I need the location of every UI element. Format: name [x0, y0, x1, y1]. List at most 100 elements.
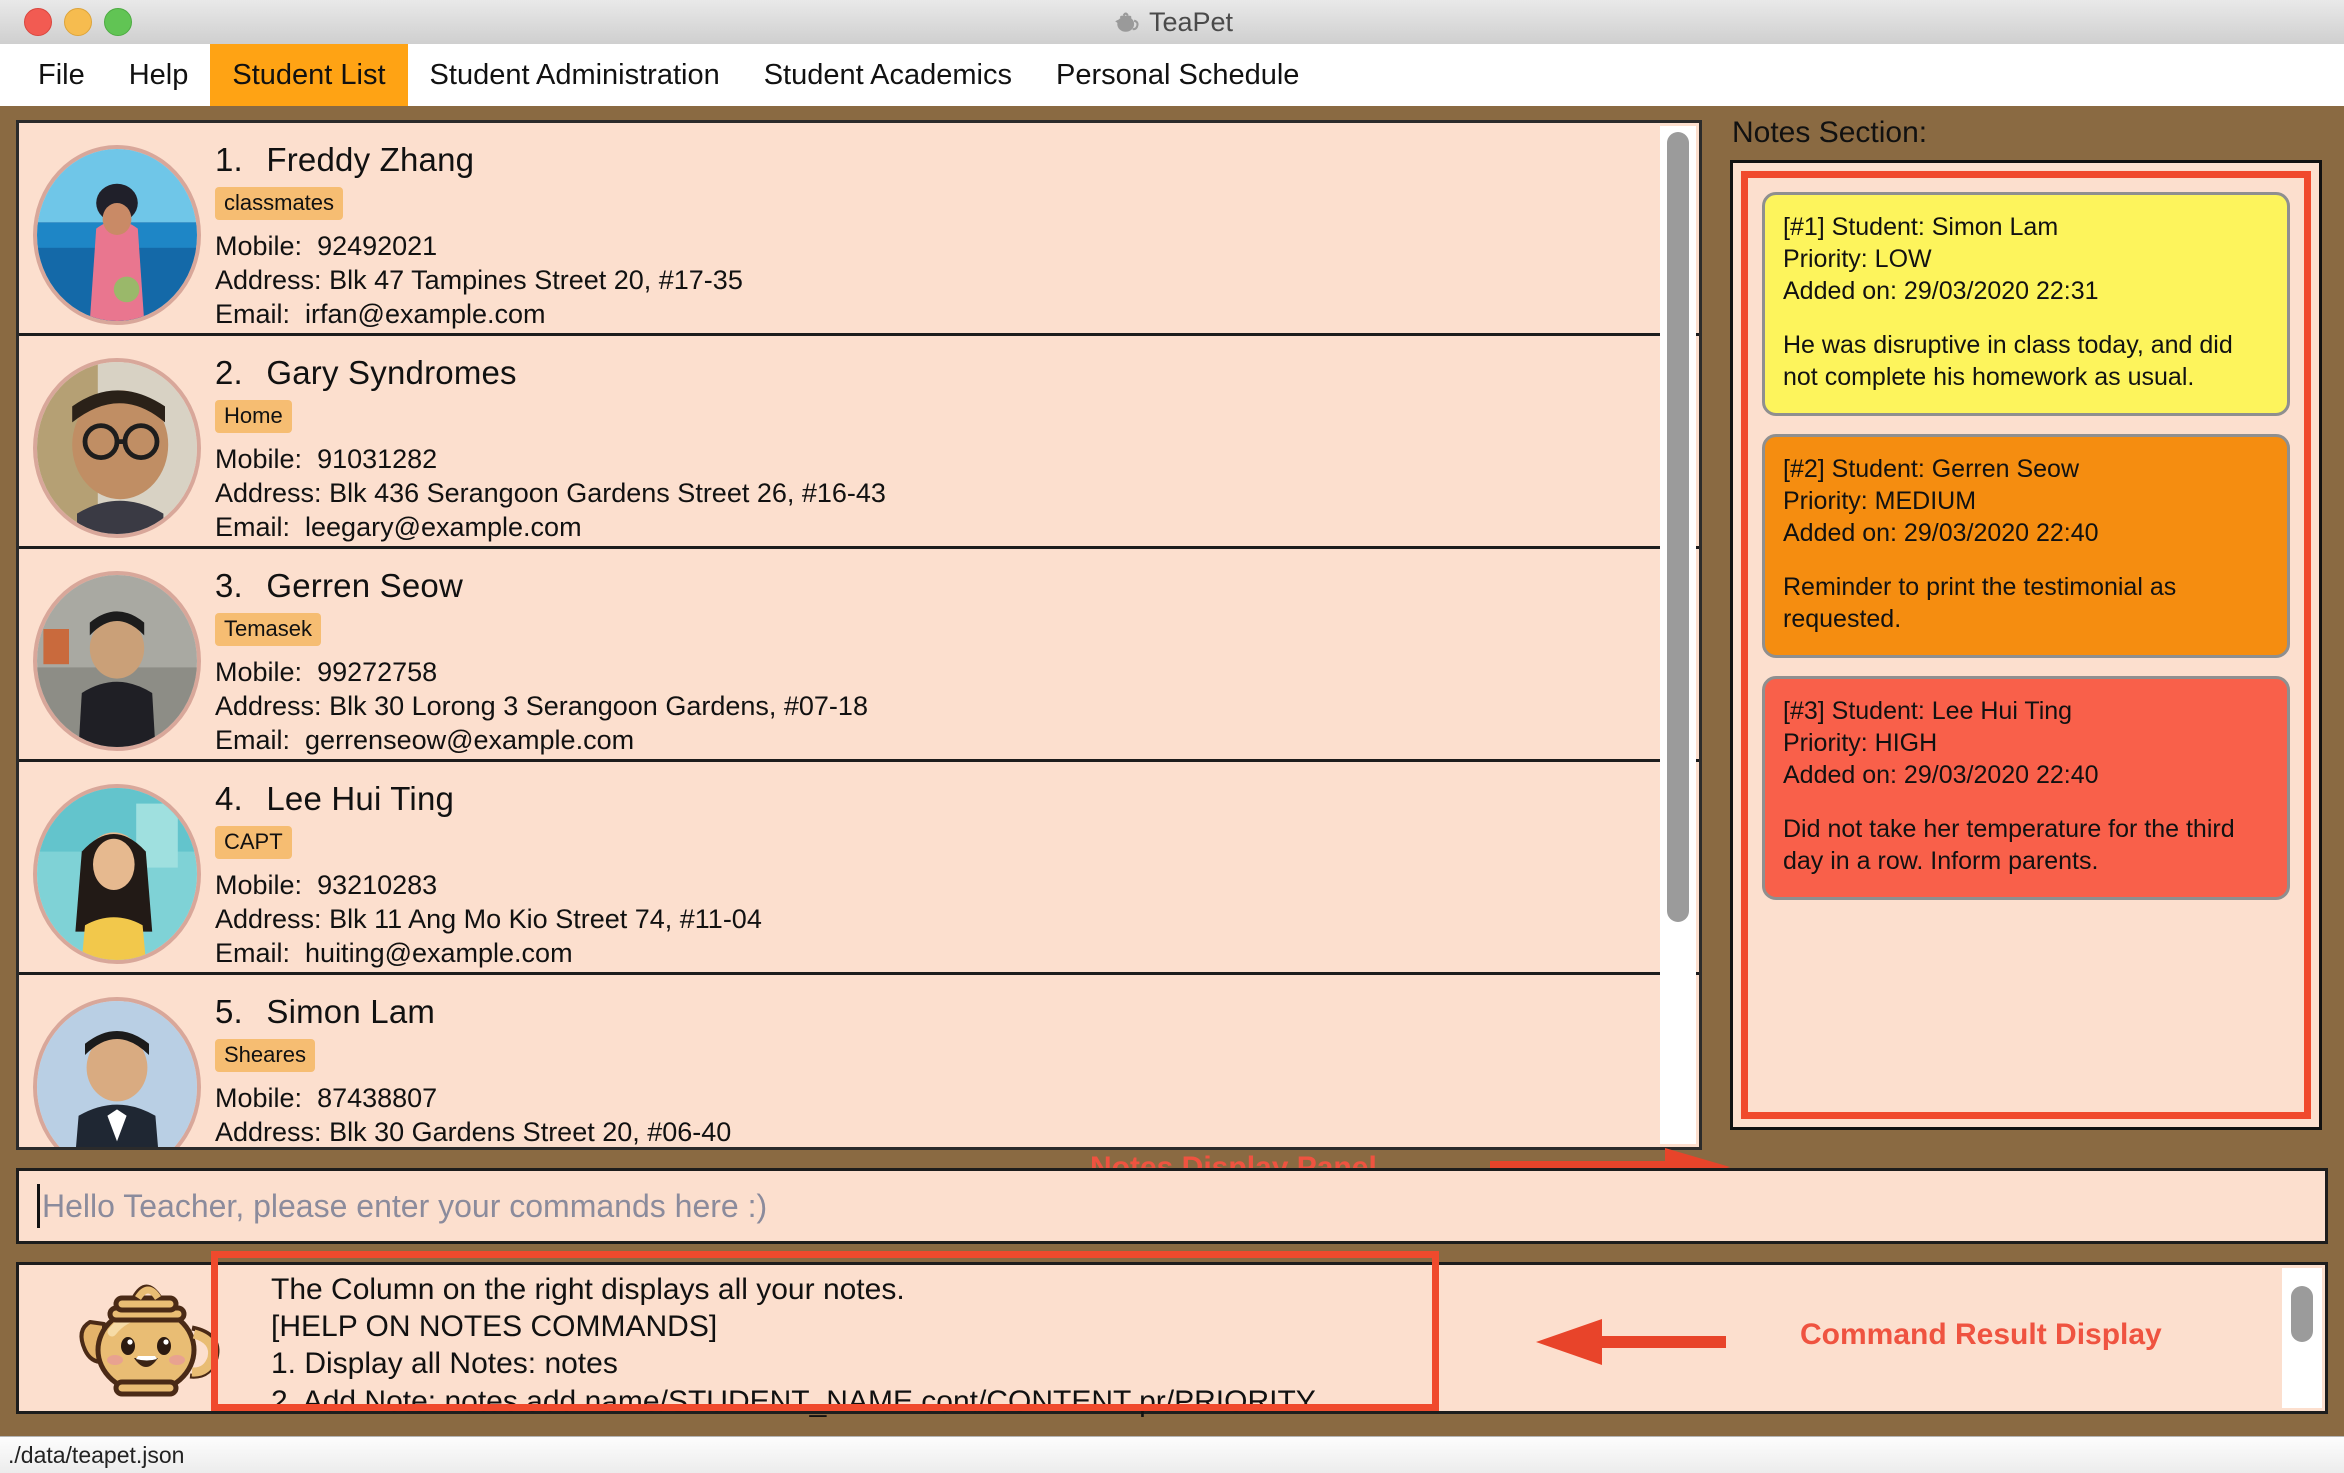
command-input-placeholder: Hello Teacher, please enter your command… [42, 1187, 768, 1224]
student-tag: classmates [215, 187, 344, 220]
app-window: TeaPet File Help Student List Student Ad… [0, 0, 2344, 1473]
note-added-on: Added on: 29/03/2020 22:40 [1783, 519, 2099, 547]
mobile-label: Mobile: [215, 870, 303, 900]
menu-item-personal-schedule[interactable]: Personal Schedule [1034, 44, 1321, 106]
note-card[interactable]: [#1] Student: Simon Lam Priority: LOW Ad… [1762, 192, 2290, 416]
student-name-row: 3. Gerren Seow [215, 567, 1699, 605]
menu-item-student-administration[interactable]: Student Administration [408, 44, 742, 106]
avatar [33, 358, 201, 538]
email-label: Email: [215, 299, 291, 329]
student-info: 2. Gary Syndromes Home Mobile: 91031282 … [215, 350, 1699, 546]
student-mobile-row: Mobile: 93210283 [215, 870, 1699, 901]
student-mobile-row: Mobile: 91031282 [215, 444, 1699, 475]
note-priority: Priority: LOW [1783, 245, 1932, 273]
student-card[interactable]: 1. Freddy Zhang classmates Mobile: 92492… [19, 123, 1699, 336]
student-info: 5. Simon Lam Sheares Mobile: 87438807 Ad… [215, 989, 1699, 1147]
note-header: [#1] Student: Simon Lam [1783, 213, 2059, 241]
student-name-row: 4. Lee Hui Ting [215, 780, 1699, 818]
student-email-row: Email: irfan@example.com [215, 299, 1699, 330]
note-header: [#3] Student: Lee Hui Ting [1783, 697, 2073, 725]
student-index: 1. [215, 141, 243, 178]
title-bar: TeaPet [0, 0, 2344, 45]
student-info: 1. Freddy Zhang classmates Mobile: 92492… [215, 137, 1699, 333]
address-value: Blk 11 Ang Mo Kio Street 74, #11-04 [329, 904, 762, 934]
address-value: Blk 30 Lorong 3 Serangoon Gardens, #07-1… [329, 691, 868, 721]
note-content-line-2: not complete his homework as usual. [1783, 363, 2195, 391]
teapot-mascot-icon [79, 1284, 220, 1397]
avatar [33, 997, 201, 1147]
note-card[interactable]: [#3] Student: Lee Hui Ting Priority: HIG… [1762, 676, 2290, 900]
window-controls[interactable] [24, 0, 132, 44]
notes-display-panel[interactable]: [#1] Student: Simon Lam Priority: LOW Ad… [1741, 171, 2311, 1119]
student-card[interactable]: 4. Lee Hui Ting CAPT Mobile: 93210283 Ad… [19, 762, 1699, 975]
note-content-line-2: requested. [1783, 605, 1902, 633]
note-priority: Priority: HIGH [1783, 729, 1938, 757]
student-name-row: 2. Gary Syndromes [215, 354, 1699, 392]
student-address-row: Address: Blk 47 Tampines Street 20, #17-… [215, 265, 1699, 296]
result-line: The Column on the right displays all you… [271, 1273, 905, 1306]
mobile-value: 92492021 [317, 231, 438, 261]
note-header: [#2] Student: Gerren Seow [1783, 455, 2080, 483]
annotation-arrow-left-icon [1536, 1319, 1726, 1365]
student-info: 4. Lee Hui Ting CAPT Mobile: 93210283 Ad… [215, 776, 1699, 972]
note-content-line-1: Reminder to print the testimonial as [1783, 573, 2177, 601]
maximize-window-button[interactable] [104, 8, 132, 36]
address-label: Address: [215, 478, 322, 508]
student-list-panel: 1. Freddy Zhang classmates Mobile: 92492… [16, 120, 1702, 1150]
email-label: Email: [215, 725, 291, 755]
mobile-value: 99272758 [317, 657, 438, 687]
address-label: Address: [215, 1117, 322, 1147]
student-name: Simon Lam [266, 993, 436, 1030]
command-input-box[interactable]: Hello Teacher, please enter your command… [16, 1168, 2328, 1244]
note-content-line-1: Did not take her temperature for the thi… [1783, 815, 2235, 843]
notes-panel: [#1] Student: Simon Lam Priority: LOW Ad… [1730, 160, 2322, 1130]
menu-item-personal-schedule-label: Personal Schedule [1055, 58, 1300, 91]
menu-bar[interactable]: File Help Student List Student Administr… [0, 44, 2344, 107]
window-title-text: TeaPet [1148, 6, 1234, 37]
student-card[interactable]: 2. Gary Syndromes Home Mobile: 91031282 … [19, 336, 1699, 549]
main-body: 1. Freddy Zhang classmates Mobile: 92492… [0, 106, 2344, 1436]
result-scrollbar-thumb[interactable] [2291, 1286, 2313, 1342]
minimize-window-button[interactable] [64, 8, 92, 36]
avatar-wrap [19, 563, 215, 751]
window-title-group: TeaPet [0, 7, 2344, 38]
avatar-wrap [19, 137, 215, 325]
notes-column: Notes Section: [#1] Student: Simon Lam P… [1722, 106, 2330, 1150]
close-window-button[interactable] [24, 8, 52, 36]
mobile-label: Mobile: [215, 1083, 303, 1113]
mobile-value: 93210283 [317, 870, 438, 900]
result-scrollbar[interactable] [2282, 1268, 2322, 1408]
student-name-row: 1. Freddy Zhang [215, 141, 1699, 179]
result-line: 2. Add Note: notes add name/STUDENT_NAME… [271, 1384, 1316, 1418]
annotation-command-result-label: Command Result Display [1800, 1318, 2162, 1351]
student-name: Lee Hui Ting [266, 780, 455, 817]
mobile-label: Mobile: [215, 657, 303, 687]
notes-section-title: Notes Section: [1732, 116, 1928, 149]
student-list-scroll-area[interactable]: 1. Freddy Zhang classmates Mobile: 92492… [19, 123, 1699, 1147]
student-mobile-row: Mobile: 99272758 [215, 657, 1699, 688]
note-card[interactable]: [#2] Student: Gerren Seow Priority: MEDI… [1762, 434, 2290, 658]
student-tag: Sheares [215, 1039, 315, 1072]
menu-item-help-label: Help [128, 58, 189, 91]
student-list-scrollbar-thumb[interactable] [1667, 132, 1689, 922]
student-card[interactable]: 5. Simon Lam Sheares Mobile: 87438807 Ad… [19, 975, 1699, 1147]
note-content-line-1: He was disruptive in class today, and di… [1783, 331, 2233, 359]
menu-item-student-list-label: Student List [232, 58, 386, 91]
avatar-wrap [19, 776, 215, 964]
student-list-scrollbar[interactable] [1660, 126, 1696, 1144]
student-index: 2. [215, 354, 243, 391]
menu-item-help[interactable]: Help [107, 44, 211, 106]
student-card[interactable]: 3. Gerren Seow Temasek Mobile: 99272758 … [19, 549, 1699, 762]
menu-item-file[interactable]: File [16, 44, 107, 106]
note-priority: Priority: MEDIUM [1783, 487, 1977, 515]
menu-item-student-list[interactable]: Student List [210, 44, 408, 106]
teapot-mascot [19, 1265, 271, 1411]
student-name: Gary Syndromes [266, 354, 517, 391]
student-address-row: Address: Blk 30 Gardens Street 20, #06-4… [215, 1117, 1699, 1147]
menu-item-student-academics[interactable]: Student Academics [742, 44, 1034, 106]
avatar-wrap [19, 350, 215, 538]
text-caret [37, 1184, 40, 1228]
student-mobile-row: Mobile: 87438807 [215, 1083, 1699, 1114]
status-bar-path: ./data/teapet.json [8, 1441, 185, 1468]
student-address-row: Address: Blk 30 Lorong 3 Serangoon Garde… [215, 691, 1699, 722]
